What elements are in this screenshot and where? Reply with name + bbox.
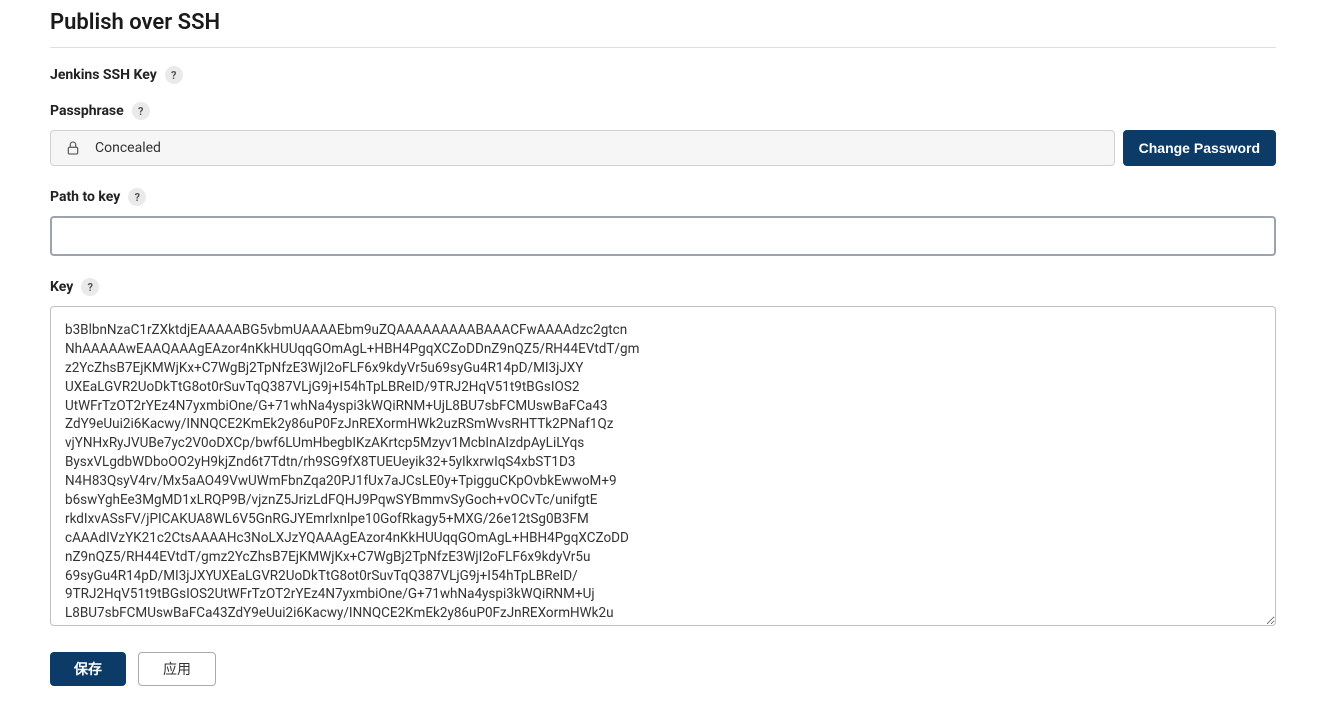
passphrase-concealed-box: Concealed (50, 130, 1115, 166)
key-textarea[interactable] (50, 306, 1276, 626)
field-key: Key ? (50, 278, 1276, 630)
help-icon[interactable]: ? (165, 66, 183, 84)
field-path-to-key: Path to key ? (50, 188, 1276, 256)
apply-button[interactable]: 应用 (138, 652, 216, 686)
change-password-button[interactable]: Change Password (1123, 130, 1276, 166)
help-icon[interactable]: ? (132, 102, 150, 120)
help-icon[interactable]: ? (81, 278, 99, 296)
footer-buttons: 保存 应用 (50, 652, 1276, 686)
passphrase-label-text: Passphrase (50, 103, 124, 119)
passphrase-concealed-text: Concealed (95, 140, 161, 156)
lock-icon (65, 140, 81, 156)
section-label-text: Jenkins SSH Key (50, 67, 157, 83)
path-to-key-label: Path to key ? (50, 188, 1276, 206)
save-button[interactable]: 保存 (50, 652, 126, 686)
help-icon[interactable]: ? (128, 188, 146, 206)
field-passphrase: Passphrase ? Concealed Change Password (50, 102, 1276, 166)
path-to-key-input[interactable] (50, 216, 1276, 256)
page-title: Publish over SSH (50, 0, 1276, 48)
key-label: Key ? (50, 278, 1276, 296)
path-to-key-label-text: Path to key (50, 189, 120, 205)
passphrase-label: Passphrase ? (50, 102, 1276, 120)
key-label-text: Key (50, 279, 73, 295)
section-label-jenkins-ssh-key: Jenkins SSH Key ? (50, 66, 1276, 84)
